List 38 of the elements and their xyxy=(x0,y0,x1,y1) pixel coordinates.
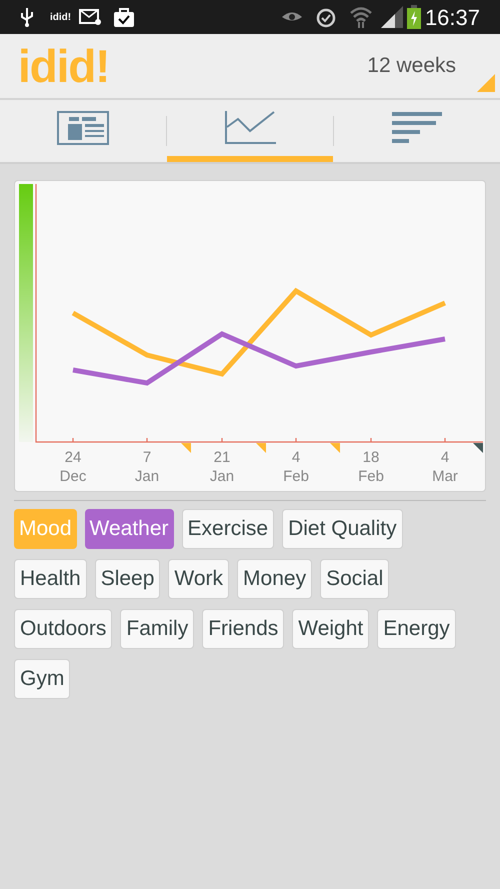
tag-chip[interactable]: Exercise xyxy=(182,509,274,549)
app-logo: idid! xyxy=(18,43,110,89)
tag-chip[interactable]: Gym xyxy=(14,659,70,699)
marker-icon xyxy=(330,443,340,453)
usb-icon xyxy=(20,7,34,27)
axis-label: 4 Feb xyxy=(282,448,310,486)
tag-chip[interactable]: Friends xyxy=(202,609,284,649)
tag-chip[interactable]: Diet Quality xyxy=(282,509,403,549)
axis-label: 7 Jan xyxy=(134,448,160,486)
dropdown-corner-icon xyxy=(477,74,495,92)
period-dropdown[interactable]: 12 weeks xyxy=(367,50,456,82)
tag-chip[interactable]: Social xyxy=(320,559,390,599)
tag-chip[interactable]: Health xyxy=(14,559,87,599)
tag-chip[interactable]: Family xyxy=(120,609,194,649)
tag-chip[interactable]: Work xyxy=(168,559,230,599)
sort-lines-icon xyxy=(392,112,442,144)
marker-icon xyxy=(256,443,266,453)
notification-text: idid! xyxy=(50,10,72,24)
axis-label: 4 Mar xyxy=(431,448,459,486)
wifi-icon xyxy=(348,6,373,28)
marker-icon xyxy=(473,443,483,453)
tag-chip[interactable]: Weight xyxy=(292,609,370,649)
newspaper-icon xyxy=(57,111,109,145)
axis-label: 24 Dec xyxy=(58,448,88,486)
signal-icon xyxy=(380,6,403,28)
tag-chip[interactable]: Weather xyxy=(84,509,174,549)
line-chart-icon xyxy=(224,111,276,145)
mail-icon xyxy=(79,9,102,25)
marker-icon xyxy=(181,443,191,453)
tag-chip[interactable]: Energy xyxy=(377,609,456,649)
tag-chip[interactable]: Outdoors xyxy=(14,609,112,649)
axis-label: 21 Jan xyxy=(208,448,236,486)
battery-icon xyxy=(406,5,421,29)
tag-chip[interactable]: Money xyxy=(237,559,312,599)
bag-check-icon xyxy=(113,6,136,28)
clock-time: 16:37 xyxy=(424,4,480,32)
tag-chip[interactable]: Sleep xyxy=(94,559,160,599)
axis-label: 18 Feb xyxy=(357,448,385,486)
